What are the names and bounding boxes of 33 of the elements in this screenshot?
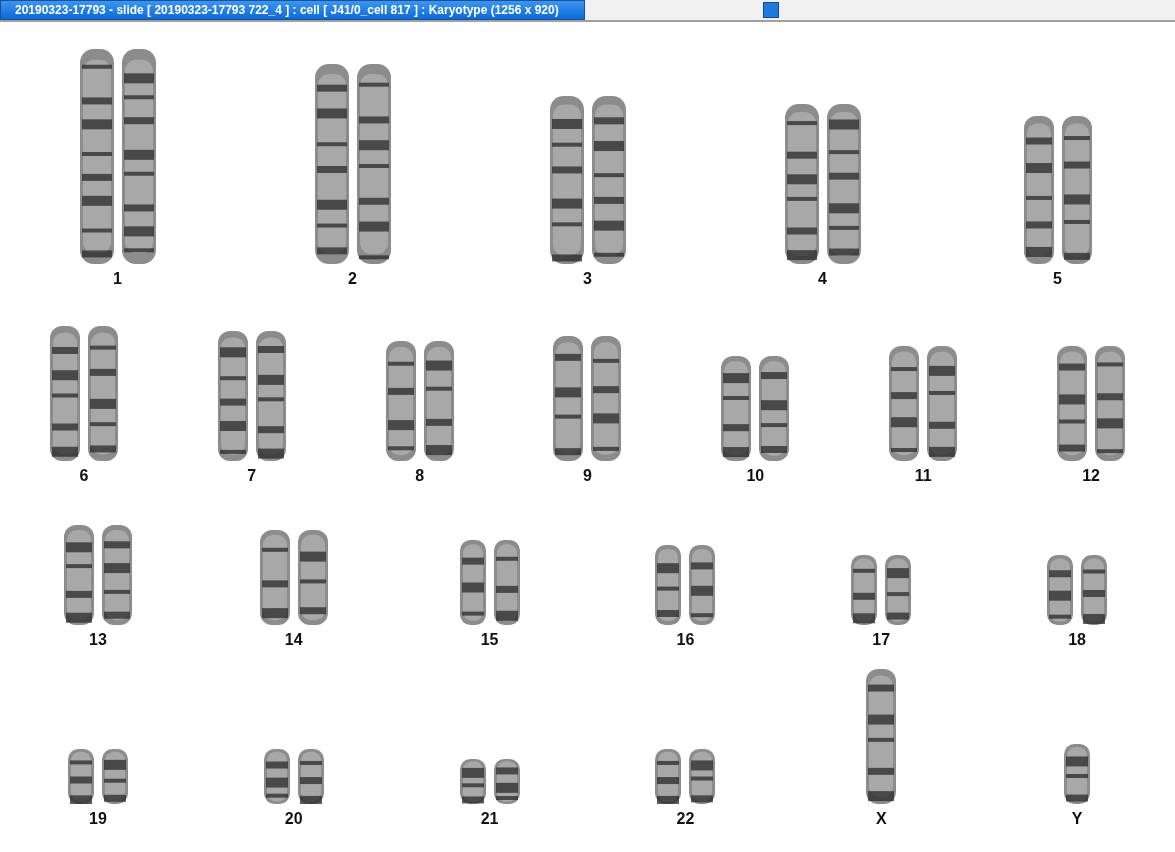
chromosome-pair-drawing — [1047, 555, 1108, 625]
chromosome-number: 10 — [746, 467, 765, 485]
chromosome-pair-drawing — [67, 749, 128, 804]
chromosome-number: X — [875, 810, 887, 828]
chromosome-number: 7 — [247, 467, 257, 485]
chromosome-number: 12 — [1082, 467, 1100, 485]
chromosome-pair-drawing — [851, 555, 912, 625]
chromosome-number: Y — [1071, 810, 1083, 828]
chromosome-number: 16 — [676, 631, 695, 649]
chromosome-pair-drawing — [459, 759, 520, 804]
chromosome-number: 14 — [284, 631, 303, 649]
chromosome-number: 18 — [1068, 631, 1086, 649]
chromosome-number: 11 — [914, 467, 932, 485]
chromosome-number: 6 — [79, 467, 89, 485]
chromosome-number: 4 — [818, 270, 827, 288]
chromosome-number: 21 — [480, 810, 499, 828]
chromosome-drawing — [1064, 744, 1091, 804]
window-title[interactable]: 20190323-17793 - slide [ 20190323-17793 722_4 ] : cell [ J41/0_cell 817 ] : Karyotype (1256 x 920) — [0, 0, 585, 20]
chromosome-number: 8 — [415, 467, 425, 485]
chromosome-number: 22 — [676, 810, 695, 828]
chromosome-number: 17 — [872, 631, 891, 649]
chromosome-pair-drawing — [263, 749, 324, 804]
chromosome-number: 20 — [284, 810, 303, 828]
scroll-handle[interactable] — [763, 2, 779, 18]
chromosome-number: 5 — [1053, 270, 1062, 288]
chromosome-number: 13 — [89, 631, 107, 649]
chromosome-pair-drawing — [655, 749, 716, 804]
chromosome-number: 15 — [480, 631, 499, 649]
chromosome-number: 2 — [348, 270, 357, 288]
chromosome-number: 19 — [89, 810, 107, 828]
chromosome-number: 9 — [583, 467, 592, 485]
chromosome-number: 3 — [583, 270, 592, 288]
chromosome-number: 1 — [113, 270, 122, 288]
